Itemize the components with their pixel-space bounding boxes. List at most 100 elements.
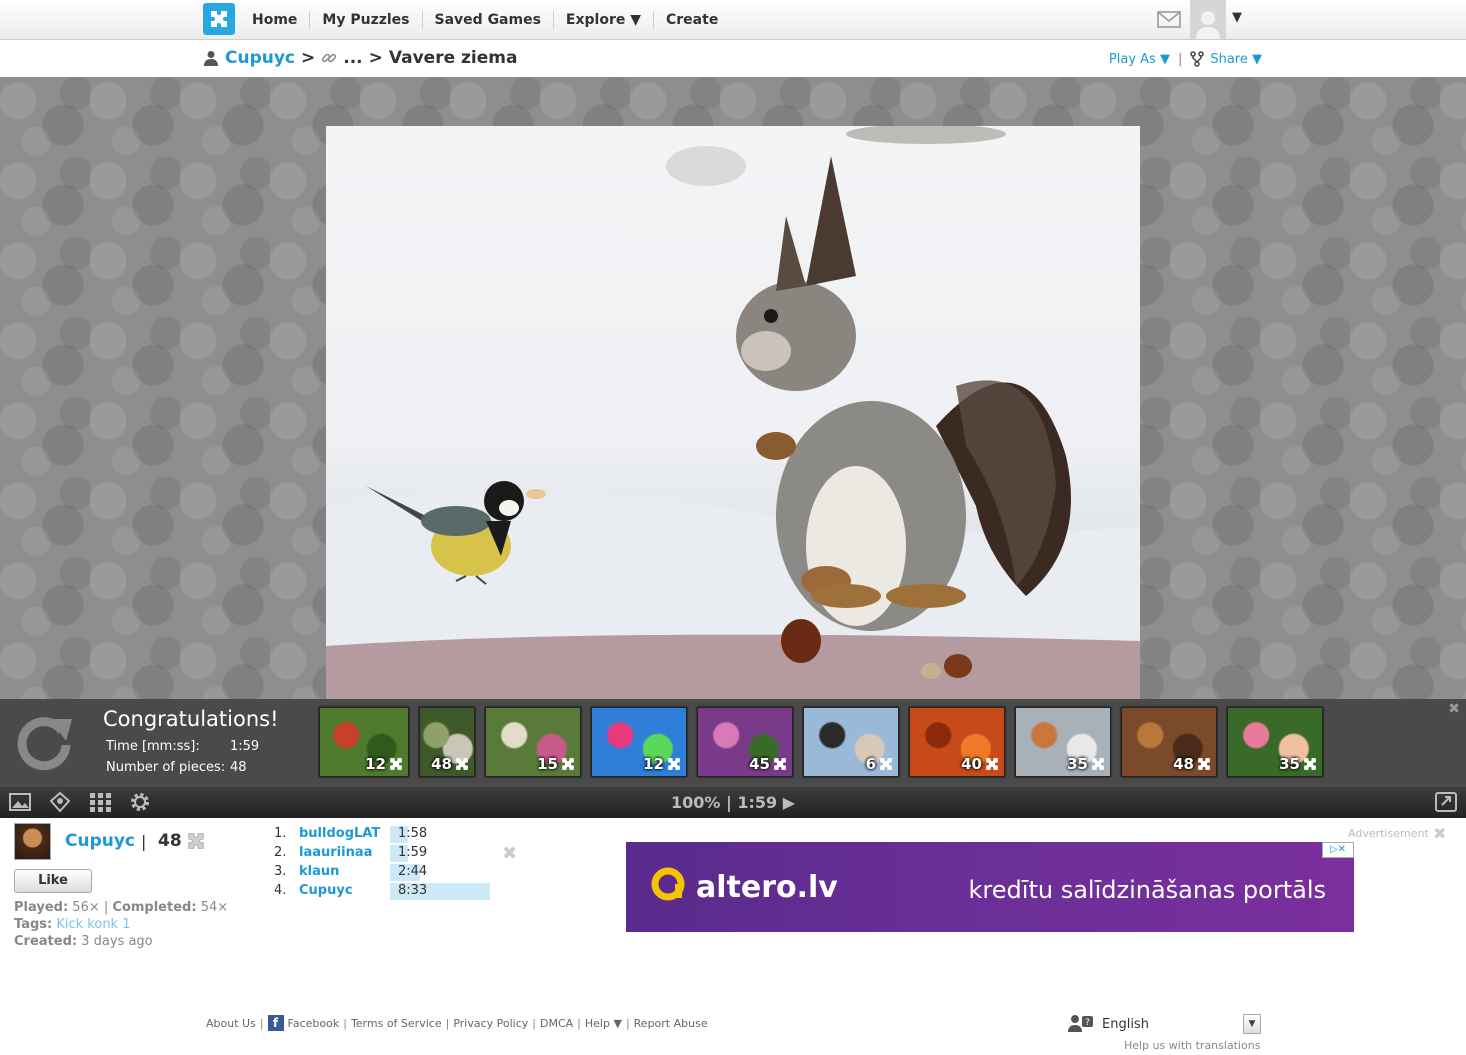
thumb-piece-count: 35 [1067, 755, 1088, 773]
divider: | [141, 832, 147, 851]
time-row: Time [mm:ss]: 1:59 [106, 739, 259, 754]
help-translate-link[interactable]: Help us with translations [1124, 1039, 1261, 1052]
related-puzzle-thumb[interactable]: 45 [697, 707, 793, 777]
related-puzzle-thumb[interactable]: 48 [1121, 707, 1217, 777]
nav-explore[interactable]: Explore ▼ [552, 11, 653, 29]
puzzle-piece-icon [562, 758, 574, 770]
leaderboard-rank: 2. [274, 845, 287, 860]
leaderboard-row: 1. bulldogLAT 1:58 [274, 826, 494, 843]
leaderboard-rank: 1. [274, 826, 287, 841]
thumb-piece-count: 48 [431, 755, 452, 773]
footer-terms[interactable]: Terms of Service [351, 1017, 442, 1030]
breadcrumb-ellipsis[interactable]: ... [343, 48, 362, 68]
breadcrumb-separator: > [301, 48, 316, 68]
close-icon[interactable]: ✖ [1448, 701, 1460, 717]
mail-icon[interactable] [1157, 11, 1181, 28]
leaderboard-time: 8:33 [390, 883, 490, 900]
leaderboard-row: 2. laauriinaa 1:59 [274, 845, 494, 862]
related-puzzle-thumb[interactable]: 35 [1015, 707, 1111, 777]
creator-name[interactable]: Cupuyc [65, 831, 135, 851]
ad-brand: altero.lv [696, 870, 838, 905]
tag-link[interactable]: Kick konk 1 [56, 917, 130, 932]
related-puzzle-thumb[interactable]: 12 [319, 707, 409, 777]
footer-facebook[interactable]: Facebook [288, 1017, 340, 1030]
piece-count: 48 [158, 831, 182, 851]
footer-privacy[interactable]: Privacy Policy [453, 1017, 528, 1030]
thumb-piece-count: 48 [1173, 755, 1194, 773]
thumb-piece-count: 35 [1279, 755, 1300, 773]
leaderboard-close-icon[interactable]: ✖ [502, 843, 517, 864]
user-menu-caret[interactable]: ▼ [1232, 10, 1242, 25]
nav-my-puzzles[interactable]: My Puzzles [309, 11, 421, 29]
time-label: Time [mm:ss]: [106, 739, 200, 754]
puzzle-piece-icon [1198, 758, 1210, 770]
tags-label: Tags: [14, 917, 53, 932]
nav-create[interactable]: Create [653, 11, 730, 29]
replay-icon[interactable] [16, 713, 74, 771]
facebook-icon[interactable]: f [267, 1015, 284, 1031]
jigsaw-logo-icon[interactable] [203, 3, 235, 35]
like-button[interactable]: Like [14, 869, 92, 893]
related-puzzle-thumb[interactable]: 35 [1227, 707, 1323, 777]
leaderboard-row: 4. Cupuyc 8:33 [274, 883, 494, 900]
divider: | [103, 900, 109, 915]
related-puzzle-thumb[interactable]: 48 [419, 707, 475, 777]
breadcrumb-separator: > [368, 48, 383, 68]
related-puzzle-thumb[interactable]: 6 [803, 707, 899, 777]
user-silhouette-icon [1196, 11, 1220, 39]
puzzle-piece-icon [1092, 758, 1104, 770]
leaderboard-player[interactable]: bulldogLAT [299, 826, 380, 841]
breadcrumb-bar: Cupuyc > ... > Vavere ziema Play As ▼ | … [0, 41, 1466, 77]
creator-avatar[interactable] [14, 823, 51, 860]
thumb-piece-count: 15 [537, 755, 558, 773]
puzzle-stage[interactable] [0, 77, 1466, 699]
language-dropdown-button[interactable]: ▼ [1243, 1014, 1261, 1034]
user-avatar-button[interactable] [1190, 0, 1226, 39]
footer-dmca[interactable]: DMCA [540, 1017, 573, 1030]
related-puzzle-thumb[interactable]: 15 [485, 707, 581, 777]
adchoices-icon[interactable]: ▷✕ [1322, 842, 1354, 858]
fullscreen-icon[interactable] [1434, 791, 1458, 813]
created-label: Created: [14, 934, 78, 949]
leaderboard-player[interactable]: klaun [299, 864, 339, 879]
language-selector[interactable]: ? English ▼ [1068, 1014, 1261, 1034]
play-as-dropdown[interactable]: Play As ▼ [1109, 52, 1170, 67]
thumb-piece-count: 6 [865, 755, 876, 773]
main-nav: Home My Puzzles Saved Games Explore ▼ Cr… [240, 0, 730, 40]
breadcrumb-user[interactable]: Cupuyc [225, 48, 295, 68]
tags-row: Tags: Kick konk 1 [14, 917, 131, 932]
link-chain-icon[interactable] [321, 50, 337, 66]
play-stats: Played: 56× | Completed: 54× [14, 900, 228, 915]
related-puzzle-thumb[interactable]: 12 [591, 707, 687, 777]
share-icon [1190, 51, 1205, 67]
advertisement-banner[interactable]: altero.lv kredītu salīdzināšanas portāls… [626, 842, 1354, 932]
svg-text:?: ? [1085, 1018, 1090, 1028]
time-value: 1:59 [230, 739, 260, 754]
language-label: English [1102, 1017, 1149, 1032]
pieces-row: Number of pieces: 48 [106, 760, 247, 775]
footer-about[interactable]: About Us [206, 1017, 256, 1030]
footer-links: About Us | f Facebook | Terms of Service… [206, 1015, 708, 1031]
nav-saved-games[interactable]: Saved Games [421, 11, 553, 29]
leaderboard-time: 1:59 [390, 845, 490, 862]
completed-puzzle-image[interactable] [326, 126, 1140, 699]
related-puzzle-thumb[interactable]: 40 [909, 707, 1005, 777]
nav-home[interactable]: Home [240, 11, 309, 29]
thumb-piece-count: 12 [365, 755, 386, 773]
divider: | [532, 1016, 536, 1030]
share-dropdown[interactable]: Share ▼ [1210, 52, 1262, 67]
pieces-label: Number of pieces: [106, 760, 226, 775]
leaderboard-player[interactable]: laauriinaa [299, 845, 372, 860]
footer-help[interactable]: Help ▼ [585, 1017, 622, 1030]
leaderboard-player[interactable]: Cupuyc [299, 883, 353, 898]
created-value: 3 days ago [81, 934, 153, 949]
puzzle-piece-icon [390, 758, 402, 770]
puzzle-piece-icon [456, 758, 468, 770]
ad-close-icon[interactable]: ✖ [1433, 824, 1446, 843]
created-row: Created: 3 days ago [14, 934, 153, 949]
congratulations-title: Congratulations! [103, 707, 279, 731]
translate-people-icon: ? [1068, 1015, 1093, 1032]
leaderboard-time: 2:44 [390, 864, 490, 881]
footer-report-abuse[interactable]: Report Abuse [634, 1017, 708, 1030]
breadcrumb: Cupuyc > ... > Vavere ziema [204, 48, 517, 68]
